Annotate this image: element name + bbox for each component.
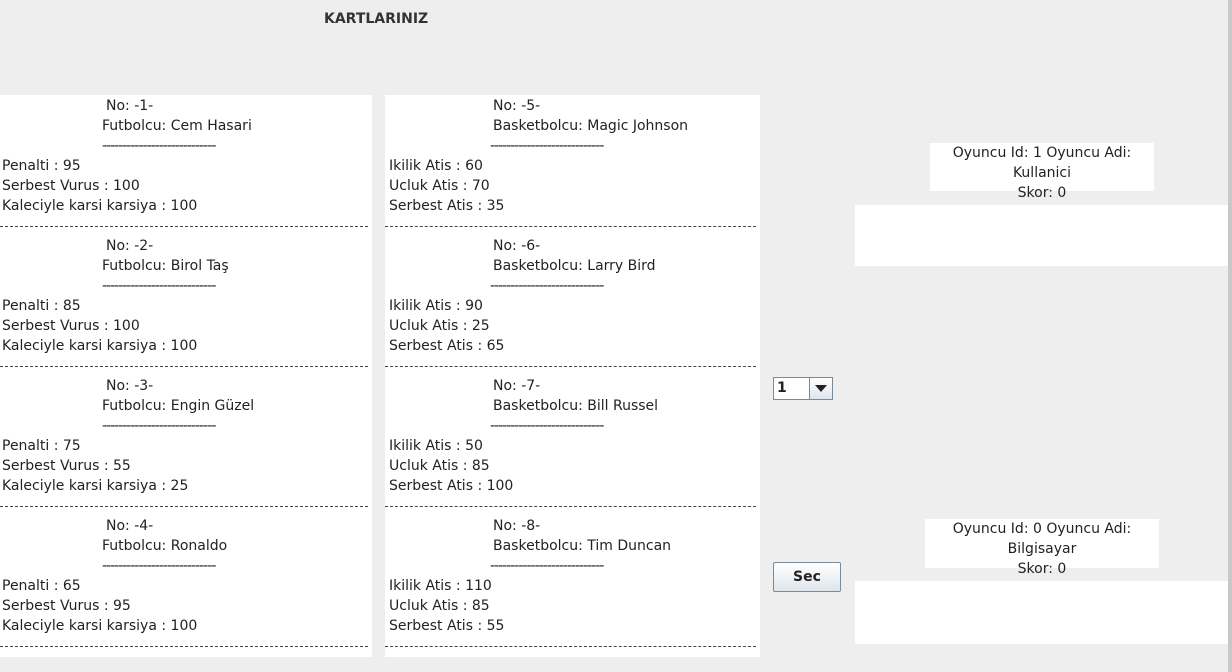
card-stat: Serbest Atis : 100 bbox=[389, 478, 514, 494]
card-player-name: Futbolcu: Cem Hasari bbox=[102, 118, 252, 134]
chevron-down-icon bbox=[815, 385, 827, 392]
card-separator: ---------------------------- bbox=[490, 278, 604, 294]
card-separator: ---------------------------- bbox=[490, 418, 604, 434]
card-stat: Serbest Atis : 65 bbox=[389, 338, 505, 354]
card-stat: Penalti : 75 bbox=[2, 438, 81, 454]
card-stat: Ucluk Atis : 85 bbox=[389, 458, 490, 474]
card-player-name: Basketbolcu: Tim Duncan bbox=[493, 538, 672, 554]
card-stat: Kaleciyle karsi karsiya : 100 bbox=[2, 198, 198, 214]
card-stat: Serbest Vurus : 100 bbox=[2, 318, 140, 334]
card-separator: ---------------------------- bbox=[102, 418, 216, 434]
card-separator: ---------------------------- bbox=[490, 138, 604, 154]
card-stat: Ucluk Atis : 70 bbox=[389, 178, 490, 194]
card-stat: Ikilik Atis : 60 bbox=[389, 158, 483, 174]
card-number: No: -1- bbox=[106, 98, 154, 114]
card-player-name: Futbolcu: Engin Güzel bbox=[102, 398, 255, 414]
card-stat: Ucluk Atis : 85 bbox=[389, 598, 490, 614]
card[interactable]: No: -8- Basketbolcu: Tim Duncan --------… bbox=[385, 515, 760, 655]
card-separator: ---------------------------- bbox=[102, 138, 216, 154]
card[interactable]: No: -4- Futbolcu: Ronaldo --------------… bbox=[0, 515, 372, 655]
card[interactable]: No: -1- Futbolcu: Cem Hasari -----------… bbox=[0, 95, 372, 235]
card-number: No: -2- bbox=[106, 238, 154, 254]
player-info-computer: Oyuncu Id: 0 Oyuncu Adi: Bilgisayar Skor… bbox=[925, 519, 1159, 577]
card[interactable]: No: -6- Basketbolcu: Larry Bird --------… bbox=[385, 235, 760, 375]
player-score: Skor: 0 bbox=[1017, 561, 1067, 577]
card-number-select[interactable]: 1 bbox=[773, 377, 833, 400]
card-divider bbox=[0, 366, 368, 367]
card-player-name: Futbolcu: Birol Taş bbox=[102, 258, 229, 274]
card[interactable]: No: -5- Basketbolcu: Magic Johnson -----… bbox=[385, 95, 760, 235]
card-stat: Ikilik Atis : 110 bbox=[389, 578, 492, 594]
card-stat: Serbest Atis : 55 bbox=[389, 618, 505, 634]
card-divider bbox=[385, 506, 756, 507]
basketball-card-list: No: -5- Basketbolcu: Magic Johnson -----… bbox=[385, 95, 760, 657]
select-card-button[interactable]: Sec bbox=[773, 562, 841, 592]
card-player-name: Basketbolcu: Bill Russel bbox=[493, 398, 659, 414]
card-divider bbox=[0, 226, 368, 227]
card[interactable]: No: -2- Futbolcu: Birol Taş ------------… bbox=[0, 235, 372, 375]
card-stat: Kaleciyle karsi karsiya : 100 bbox=[2, 338, 198, 354]
card-separator: ---------------------------- bbox=[490, 558, 604, 574]
dropdown-button[interactable] bbox=[809, 378, 832, 399]
card[interactable]: No: -3- Futbolcu: Engin Güzel ----------… bbox=[0, 375, 372, 515]
user-played-card-area bbox=[855, 205, 1228, 266]
card-stat: Penalti : 95 bbox=[2, 158, 81, 174]
card-stat: Ucluk Atis : 25 bbox=[389, 318, 490, 334]
card-stat: Ikilik Atis : 90 bbox=[389, 298, 483, 314]
card-stat: Kaleciyle karsi karsiya : 25 bbox=[2, 478, 189, 494]
card-stat: Serbest Vurus : 55 bbox=[2, 458, 131, 474]
card[interactable]: No: -7- Basketbolcu: Bill Russel -------… bbox=[385, 375, 760, 515]
card-stat: Serbest Vurus : 95 bbox=[2, 598, 131, 614]
player-score: Skor: 0 bbox=[1017, 185, 1067, 201]
card-player-name: Basketbolcu: Larry Bird bbox=[493, 258, 656, 274]
card-divider bbox=[0, 646, 368, 647]
player-id-name: Oyuncu Id: 1 Oyuncu Adi: Kullanici bbox=[952, 145, 1132, 181]
card-number: No: -3- bbox=[106, 378, 154, 394]
card-divider bbox=[385, 366, 756, 367]
card-separator: ---------------------------- bbox=[102, 558, 216, 574]
card-stat: Penalti : 85 bbox=[2, 298, 81, 314]
card-stat: Serbest Vurus : 100 bbox=[2, 178, 140, 194]
card-stat: Ikilik Atis : 50 bbox=[389, 438, 483, 454]
card-stat: Penalti : 65 bbox=[2, 578, 81, 594]
football-card-list: No: -1- Futbolcu: Cem Hasari -----------… bbox=[0, 95, 372, 657]
card-number: No: -5- bbox=[493, 98, 541, 114]
card-divider bbox=[385, 226, 756, 227]
page-title: KARTLARINIZ bbox=[324, 11, 429, 27]
window-edge bbox=[1228, 0, 1232, 672]
card-stat: Kaleciyle karsi karsiya : 100 bbox=[2, 618, 198, 634]
card-number: No: -4- bbox=[106, 518, 154, 534]
card-separator: ---------------------------- bbox=[102, 278, 216, 294]
player-info-user: Oyuncu Id: 1 Oyuncu Adi: Kullanici Skor:… bbox=[930, 143, 1154, 201]
computer-played-card-area bbox=[855, 581, 1228, 644]
card-number: No: -7- bbox=[493, 378, 541, 394]
card-divider bbox=[0, 506, 368, 507]
card-player-name: Basketbolcu: Magic Johnson bbox=[493, 118, 689, 134]
card-number: No: -8- bbox=[493, 518, 541, 534]
card-divider bbox=[385, 646, 756, 647]
card-stat: Serbest Atis : 35 bbox=[389, 198, 505, 214]
card-player-name: Futbolcu: Ronaldo bbox=[102, 538, 228, 554]
player-id-name: Oyuncu Id: 0 Oyuncu Adi: Bilgisayar bbox=[952, 521, 1132, 557]
card-number: No: -6- bbox=[493, 238, 541, 254]
card-number-select-value: 1 bbox=[777, 380, 787, 396]
